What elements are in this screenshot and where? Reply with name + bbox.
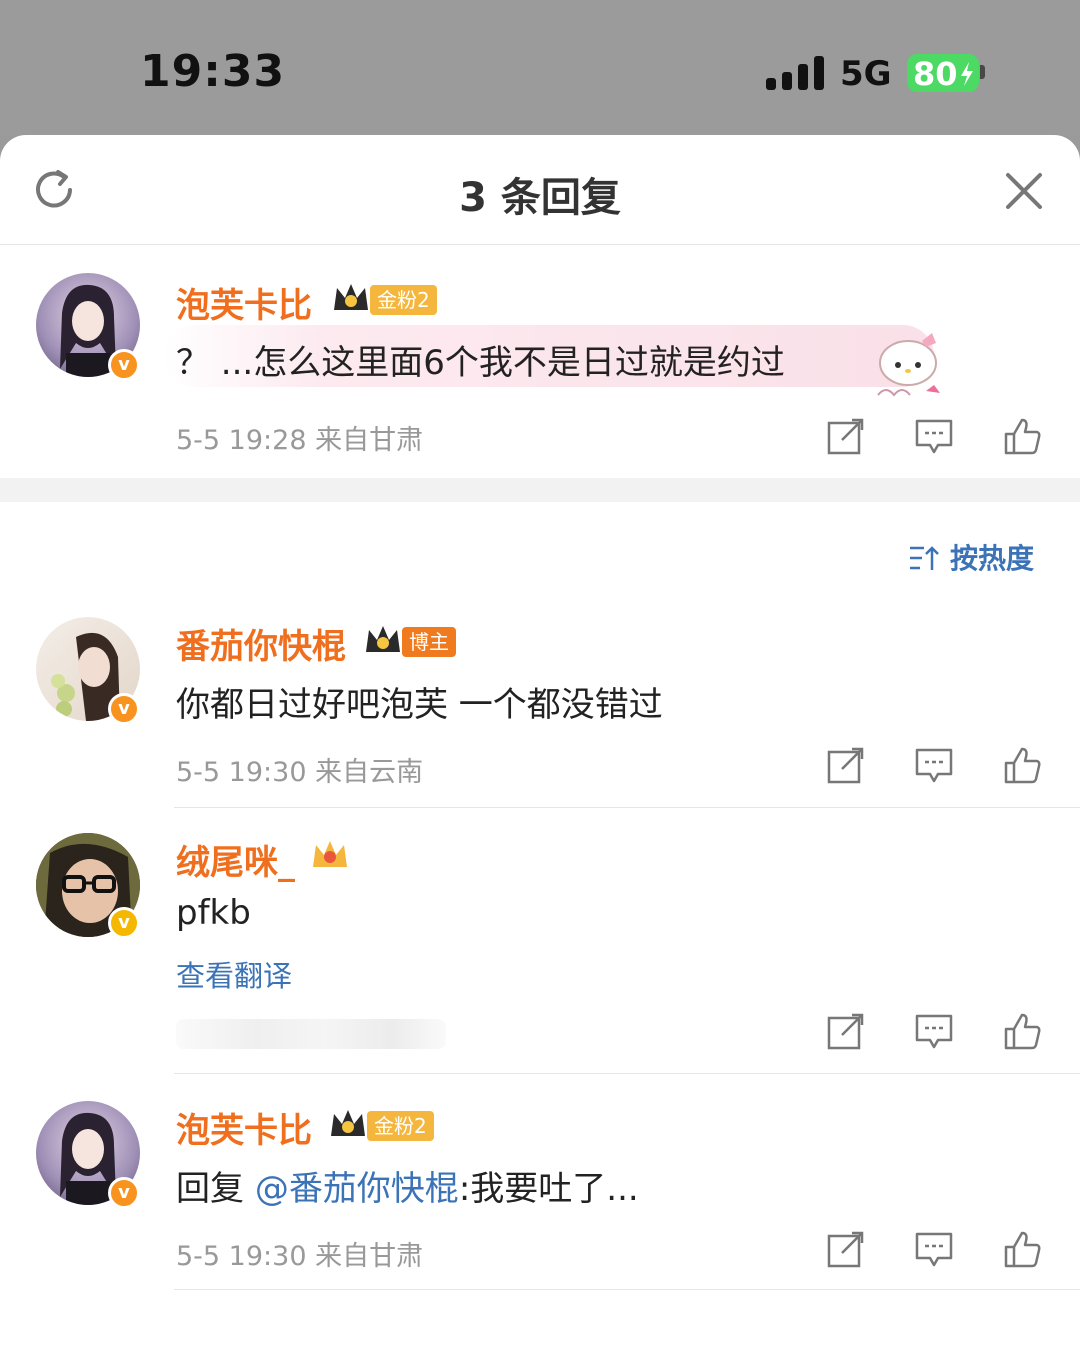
sort-by-hot-button[interactable]: 按热度 xyxy=(908,537,1034,577)
sort-label: 按热度 xyxy=(950,542,1035,575)
verified-badge: v xyxy=(108,349,140,381)
crown-icon xyxy=(334,284,368,310)
hello-kitty-sticker xyxy=(877,333,940,397)
comment-icon[interactable] xyxy=(914,1011,954,1051)
network-type: 5G xyxy=(840,54,892,94)
comment-text: ？ ...怎么这里面6个我不是日过就是约过 xyxy=(176,343,785,383)
comment-author[interactable]: 泡芙卡比 xyxy=(176,278,312,327)
replies-sheet: 3 条回复 v 泡芙卡比 金粉2 ？ ...怎么这里面6个我不是日过就是约过 5… xyxy=(0,135,1080,1348)
verified-badge: v xyxy=(108,693,140,725)
fan-badge: 金粉2 xyxy=(367,1111,434,1141)
fan-badge: 金粉2 xyxy=(370,285,437,315)
comment-meta: 5-5 19:28 来自甘肃 xyxy=(176,425,424,456)
charging-bolt-icon xyxy=(961,62,973,86)
share-icon[interactable] xyxy=(826,416,866,456)
like-icon[interactable] xyxy=(1002,1011,1042,1051)
reply-author[interactable]: 泡芙卡比 xyxy=(176,1103,312,1152)
reply-meta: 5-5 19:30 来自云南 xyxy=(176,757,424,788)
reply-author[interactable]: 绒尾咪_ xyxy=(176,835,295,884)
battery-tip xyxy=(980,65,985,79)
sheet-title: 3 条回复 xyxy=(459,175,621,221)
verified-badge: v xyxy=(108,907,140,939)
sort-icon xyxy=(910,546,939,570)
sheet-header: 3 条回复 xyxy=(0,135,1080,245)
share-icon[interactable] xyxy=(826,1229,866,1269)
section-divider xyxy=(0,478,1080,502)
reply-body: :我要吐了... xyxy=(458,1169,639,1209)
signal-icon xyxy=(766,56,824,90)
comment-icon[interactable] xyxy=(914,416,954,456)
status-time: 19:33 xyxy=(140,46,286,97)
like-icon[interactable] xyxy=(1002,745,1042,785)
reply-text: 回复 @番茄你快棍:我要吐了... xyxy=(176,1161,639,1210)
comment-actions xyxy=(826,416,1046,456)
reply-author[interactable]: 番茄你快棍 xyxy=(176,619,346,668)
row-divider xyxy=(174,1073,1080,1074)
reply-actions xyxy=(826,1229,1046,1269)
like-icon[interactable] xyxy=(1002,416,1042,456)
status-bar: 19:33 5G 80 xyxy=(0,0,1080,135)
like-icon[interactable] xyxy=(1002,1229,1042,1269)
translate-link[interactable]: 查看翻译 xyxy=(176,953,292,995)
row-divider xyxy=(174,807,1080,808)
reply-meta: 5-5 19:30 来自甘肃 xyxy=(176,1241,424,1272)
battery-level: 80 xyxy=(913,55,958,93)
reply-prefix: 回复 xyxy=(176,1169,255,1209)
comment-icon[interactable] xyxy=(914,745,954,785)
mention-link[interactable]: @番茄你快棍 xyxy=(255,1169,459,1209)
reply-text: pfkb xyxy=(176,893,251,933)
verified-badge: v xyxy=(108,1177,140,1209)
crown-icon xyxy=(331,1110,365,1136)
reply-actions xyxy=(826,1011,1046,1051)
host-badge: 博主 xyxy=(402,627,456,657)
comment-icon[interactable] xyxy=(914,1229,954,1269)
reply-meta-blurred xyxy=(176,1019,446,1049)
close-icon[interactable] xyxy=(1004,171,1044,211)
battery-icon: 80 xyxy=(907,54,979,93)
reply-actions xyxy=(826,745,1046,785)
crown-icon xyxy=(313,841,347,867)
crown-icon xyxy=(366,626,400,652)
share-icon[interactable] xyxy=(826,745,866,785)
share-icon[interactable] xyxy=(826,1011,866,1051)
row-divider xyxy=(174,1289,1080,1290)
reply-text: 你都日过好吧泡芙 一个都没错过 xyxy=(176,685,663,725)
